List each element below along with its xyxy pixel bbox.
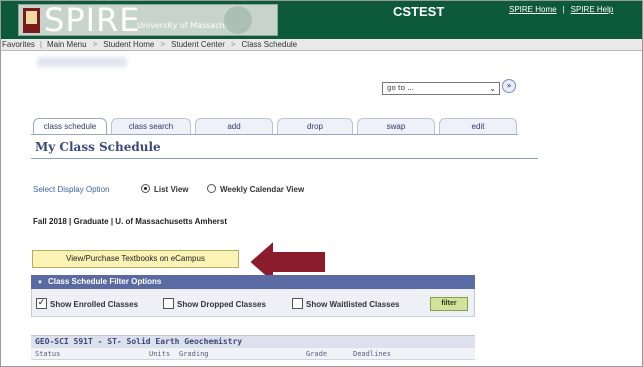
breadcrumb-separator: > — [230, 40, 236, 49]
show-waitlisted-label: Show Waitlisted Classes — [306, 300, 400, 309]
link-separator: | — [562, 5, 565, 14]
course-table-header — [31, 348, 475, 360]
list-view-radio[interactable] — [141, 184, 150, 193]
logo-text: SPIRE — [44, 1, 141, 39]
breadcrumb-student-center[interactable]: Student Center — [171, 39, 225, 51]
column-header-status: Status — [35, 350, 61, 358]
page-title: My Class Schedule — [35, 140, 161, 154]
environment-name: CSTEST — [393, 4, 445, 19]
show-enrolled-checkbox[interactable]: ✓ — [36, 298, 47, 309]
list-view-label[interactable]: List View — [154, 185, 189, 194]
tab-add[interactable]: add — [195, 118, 273, 134]
breadcrumb-separator: > — [92, 40, 98, 49]
spire-logo[interactable]: SPIRE University of Massachusetts — [18, 1, 278, 39]
column-header-grade: Grade — [306, 350, 328, 358]
title-divider — [31, 158, 538, 159]
term-info: Fall 2018 | Graduate | U. of Massachuset… — [33, 217, 228, 226]
view-textbooks-button[interactable]: View/Purchase Textbooks on eCampus — [32, 250, 239, 268]
display-option-label: Select Display Option — [33, 185, 110, 194]
filter-button[interactable]: filter — [430, 297, 468, 311]
filter-panel-title: Class Schedule Filter Options — [47, 277, 162, 286]
favorites-menu[interactable]: Favorites — [2, 39, 35, 51]
breadcrumb-separator: > — [160, 40, 166, 49]
filter-panel-header[interactable]: ▼ Class Schedule Filter Options — [31, 275, 475, 289]
tab-underline — [31, 134, 518, 135]
breadcrumb-student-home[interactable]: Student Home — [103, 39, 154, 51]
seal-icon — [224, 6, 252, 34]
column-header-grading: Grading — [179, 350, 209, 358]
tab-swap[interactable]: swap — [357, 118, 435, 134]
weekly-calendar-label[interactable]: Weekly Calendar View — [220, 185, 304, 194]
chevron-down-icon: ⌄ — [489, 84, 496, 93]
breadcrumb-class-schedule[interactable]: Class Schedule — [242, 39, 298, 51]
app-header: SPIRE University of Massachusetts CSTEST… — [1, 1, 642, 39]
blurred-header-text — [37, 57, 127, 67]
tab-edit[interactable]: edit — [439, 118, 517, 134]
column-header-units: Units — [149, 350, 171, 358]
umass-flag-icon — [23, 8, 40, 33]
weekly-calendar-radio[interactable] — [207, 184, 216, 193]
collapse-triangle-icon: ▼ — [37, 280, 43, 286]
tab-drop[interactable]: drop — [277, 118, 353, 134]
header-links: SPIRE Home | SPIRE Help — [509, 5, 613, 14]
navigation-bar: Favorites | Main Menu > Student Home > Student… — [1, 39, 642, 51]
tab-class-schedule[interactable]: class schedule — [33, 118, 107, 134]
spire-help-link[interactable]: SPIRE Help — [571, 5, 614, 14]
main-menu[interactable]: Main Menu — [47, 39, 87, 51]
show-dropped-label: Show Dropped Classes — [177, 300, 266, 309]
goto-select[interactable]: go to ... ⌄ — [382, 82, 500, 95]
show-dropped-checkbox[interactable] — [163, 298, 174, 309]
show-enrolled-label: Show Enrolled Classes — [50, 300, 139, 309]
goto-value: go to ... — [387, 84, 414, 92]
column-header-deadlines: Deadlines — [353, 350, 391, 358]
goto-button[interactable]: » — [502, 79, 516, 93]
show-waitlisted-checkbox[interactable] — [292, 298, 303, 309]
spire-home-link[interactable]: SPIRE Home — [509, 5, 557, 14]
browser-frame: SPIRE University of Massachusetts CSTEST… — [0, 0, 643, 367]
tab-class-search[interactable]: class search — [111, 118, 191, 134]
course-title: GEO-SCI 591T - ST- Solid Earth Geochemis… — [31, 335, 475, 348]
